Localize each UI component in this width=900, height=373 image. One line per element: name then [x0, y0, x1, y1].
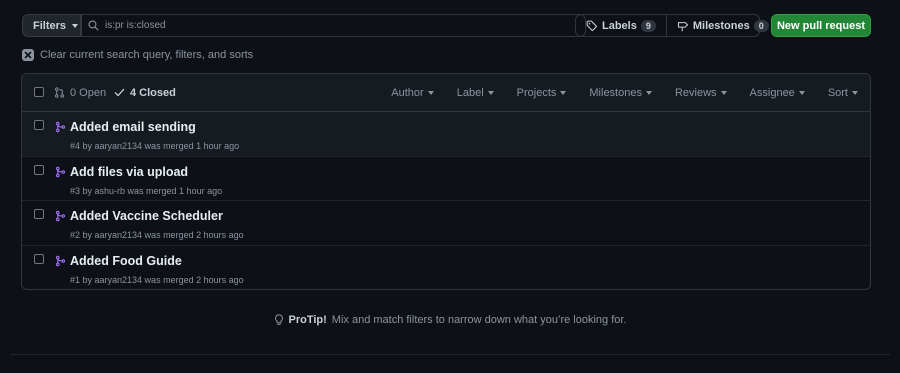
caret-down-icon	[645, 91, 652, 95]
label-filter-label: Label	[456, 87, 484, 99]
light-bulb-icon	[274, 314, 283, 325]
protip-label: ProTip!	[288, 314, 327, 326]
assignee-filter-label: Assignee	[749, 87, 795, 99]
reviews-filter[interactable]: Reviews	[675, 87, 727, 99]
caret-down-icon	[72, 23, 79, 28]
filters-dropdown-button[interactable]: Filters	[22, 14, 81, 37]
list-header: 0 Open 4 Closed Author Label Projects Mi…	[22, 74, 870, 112]
pull-request-list: 0 Open 4 Closed Author Label Projects Mi…	[21, 73, 871, 290]
labels-button[interactable]: Labels 9	[576, 15, 666, 36]
milestones-filter[interactable]: Milestones	[589, 87, 652, 99]
git-merge-icon	[55, 210, 66, 222]
row-checkbox[interactable]	[34, 164, 44, 175]
closed-filter-link[interactable]: 4 Closed	[114, 87, 176, 99]
labels-milestones-group: Labels 9 Milestones 0	[575, 14, 769, 37]
protip: ProTip! Mix and match filters to narrow …	[0, 314, 900, 326]
labels-count-badge: 9	[640, 19, 656, 32]
new-pull-request-button[interactable]: New pull request	[771, 14, 871, 37]
close-icon	[22, 49, 34, 61]
row-checkbox[interactable]	[34, 209, 44, 219]
caret-down-icon	[720, 91, 727, 95]
search-icon	[88, 20, 99, 31]
git-merge-icon	[55, 166, 66, 177]
git-merge-icon	[55, 255, 66, 266]
check-icon	[114, 88, 125, 97]
footer-divider	[10, 354, 890, 355]
caret-down-icon	[560, 91, 567, 95]
author-filter-label: Author	[391, 87, 424, 99]
closed-count: 4 Closed	[130, 86, 176, 99]
row-checkbox[interactable]	[34, 253, 44, 264]
pull-request-title-link[interactable]: Added Food Guide	[70, 254, 182, 268]
row-checkbox[interactable]	[34, 120, 44, 130]
milestones-filter-label: Milestones	[589, 87, 642, 99]
search-input[interactable]	[105, 20, 555, 31]
sort-filter-label: Sort	[827, 87, 848, 99]
milestones-label: Milestones	[692, 19, 750, 32]
protip-text: Mix and match filters to narrow down wha…	[331, 314, 627, 326]
reviews-filter-label: Reviews	[674, 87, 717, 99]
pull-request-row: Added email sending #4 by aaryan2134 was…	[22, 112, 870, 157]
pull-request-meta: #4 by aaryan2134 was merged 1 hour ago	[70, 141, 240, 151]
filter-menus: Author Label Projects Milestones Reviews…	[368, 74, 858, 112]
clear-query-text: Clear current search query, filters, and…	[40, 49, 254, 61]
projects-filter[interactable]: Projects	[517, 87, 567, 99]
pull-request-meta: #1 by aaryan2134 was merged 2 hours ago	[70, 274, 244, 285]
tag-icon	[586, 20, 598, 31]
pull-request-title-link[interactable]: Add files via upload	[70, 165, 188, 179]
pull-request-title-link[interactable]: Added email sending	[70, 120, 196, 134]
filters-label: Filters	[33, 19, 67, 32]
pull-request-row: Add files via upload #3 by ashu-rb was m…	[22, 157, 870, 201]
open-count: 0 Open	[70, 86, 107, 99]
sort-filter[interactable]: Sort	[828, 87, 858, 99]
pull-request-row: Added Food Guide #1 by aaryan2134 was me…	[22, 246, 870, 290]
issues-toolbar: Filters Labels 9 Milestones 0 New pull r…	[22, 14, 871, 37]
clear-query-link[interactable]: Clear current search query, filters, and…	[22, 49, 253, 61]
labels-label: Labels	[602, 19, 637, 32]
open-filter-link[interactable]: 0 Open	[54, 87, 106, 99]
caret-down-icon	[852, 91, 858, 95]
git-pull-request-icon	[55, 87, 64, 98]
search-field[interactable]	[81, 14, 586, 37]
select-all-checkbox[interactable]	[34, 87, 44, 97]
milestone-icon	[677, 21, 688, 31]
pull-request-meta: #2 by aaryan2134 was merged 2 hours ago	[70, 230, 244, 240]
author-filter[interactable]: Author	[391, 87, 434, 99]
label-filter[interactable]: Label	[457, 87, 494, 99]
pull-request-title-link[interactable]: Added Vaccine Scheduler	[70, 209, 223, 223]
milestones-button[interactable]: Milestones 0	[665, 15, 779, 36]
assignee-filter[interactable]: Assignee	[750, 87, 805, 99]
git-merge-icon	[55, 121, 66, 133]
milestones-count-badge: 0	[753, 19, 769, 32]
caret-down-icon	[798, 91, 805, 95]
caret-down-icon	[427, 91, 434, 95]
pull-request-row: Added Vaccine Scheduler #2 by aaryan2134…	[22, 201, 870, 246]
projects-filter-label: Projects	[516, 87, 557, 99]
pull-request-meta: #3 by ashu-rb was merged 1 hour ago	[70, 185, 223, 196]
caret-down-icon	[487, 91, 494, 95]
